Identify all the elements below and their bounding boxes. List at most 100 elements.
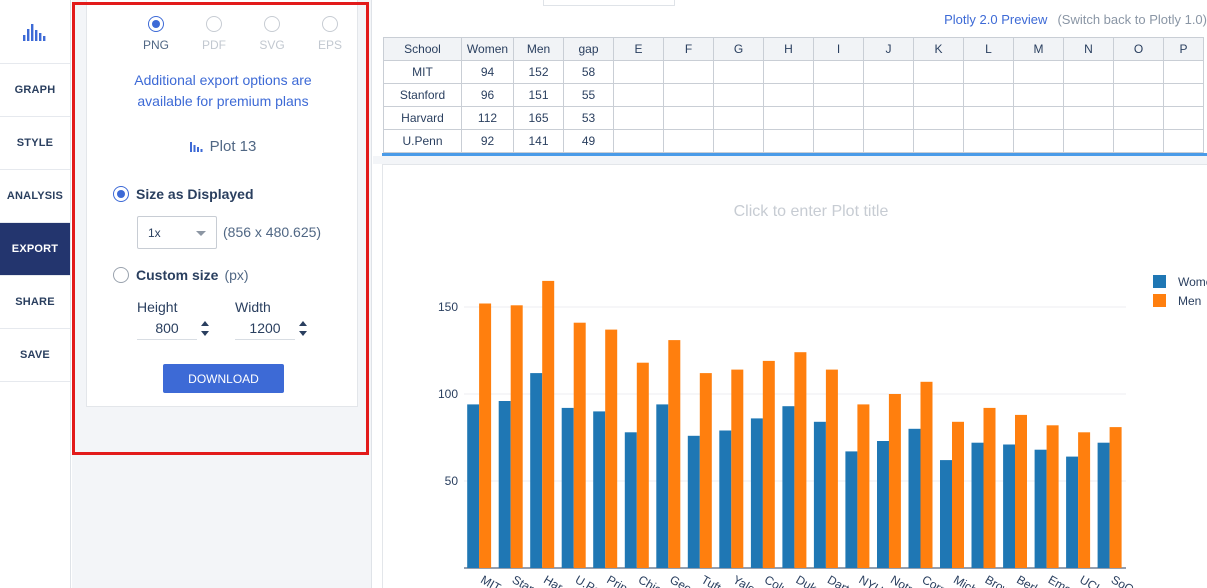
legend-swatch[interactable]: [1153, 275, 1166, 288]
grid-cell[interactable]: MIT: [383, 60, 462, 84]
grid-cell[interactable]: [963, 60, 1014, 84]
grid-cell[interactable]: 141: [513, 129, 564, 153]
grid-cell[interactable]: 49: [563, 129, 614, 153]
grid-cell[interactable]: [1063, 106, 1114, 130]
grid-cell[interactable]: [613, 106, 664, 130]
bar-women[interactable]: [656, 404, 669, 568]
grid-cell[interactable]: [913, 60, 964, 84]
grid-cell[interactable]: 96: [461, 83, 514, 107]
grid-cell[interactable]: 58: [563, 60, 614, 84]
grid-cell[interactable]: [1013, 129, 1064, 153]
bar-women[interactable]: [498, 401, 511, 568]
grid-column-header[interactable]: E: [613, 37, 664, 61]
bar-men[interactable]: [510, 305, 523, 568]
grid-cell[interactable]: Stanford: [383, 83, 462, 107]
bar-women[interactable]: [971, 442, 984, 568]
grid-cell[interactable]: 92: [461, 129, 514, 153]
grid-cell[interactable]: [713, 106, 764, 130]
bar-men[interactable]: [1046, 425, 1059, 568]
grid-cell[interactable]: [813, 83, 864, 107]
grid-cell[interactable]: [1013, 60, 1064, 84]
height-input[interactable]: 800: [137, 320, 197, 340]
bar-men[interactable]: [1078, 432, 1091, 568]
grid-column-header[interactable]: L: [963, 37, 1014, 61]
bar-men[interactable]: [1109, 427, 1122, 568]
grid-column-header[interactable]: gap: [563, 37, 614, 61]
grid-cell[interactable]: [1163, 129, 1204, 153]
grid-column-header[interactable]: Men: [513, 37, 564, 61]
grid-cell[interactable]: [713, 129, 764, 153]
bar-women[interactable]: [687, 435, 700, 568]
bar-women[interactable]: [877, 441, 889, 568]
bar-women[interactable]: [719, 430, 732, 569]
grid-column-header[interactable]: O: [1113, 37, 1164, 61]
format-eps[interactable]: EPS: [301, 16, 359, 52]
grid-column-header[interactable]: I: [813, 37, 864, 61]
bar-women[interactable]: [750, 418, 763, 568]
bar-men[interactable]: [952, 421, 964, 568]
custom-size-radio[interactable]: [113, 267, 129, 283]
grid-cell[interactable]: [663, 60, 714, 84]
grid-cell[interactable]: [863, 83, 914, 107]
grid-cell[interactable]: [613, 83, 664, 107]
grid-cell[interactable]: [663, 106, 714, 130]
format-pdf[interactable]: PDF: [185, 16, 243, 52]
grid-cell[interactable]: 151: [513, 83, 564, 107]
bar-men[interactable]: [762, 360, 775, 568]
grid-cell[interactable]: [763, 60, 814, 84]
scale-select[interactable]: 1x: [137, 216, 217, 249]
grid-cell[interactable]: 94: [461, 60, 514, 84]
grid-cell[interactable]: [1163, 106, 1204, 130]
grid-cell[interactable]: 55: [563, 83, 614, 107]
bar-women[interactable]: [624, 432, 637, 568]
format-svg-radio[interactable]: [264, 16, 280, 32]
grid-cell[interactable]: [713, 83, 764, 107]
grid-cell[interactable]: 53: [563, 106, 614, 130]
height-stepper-icon[interactable]: [201, 321, 209, 337]
grid-cell[interactable]: [613, 60, 664, 84]
grid-cell[interactable]: [913, 129, 964, 153]
plot-title[interactable]: Click to enter Plot title: [734, 203, 889, 220]
grid-column-header[interactable]: K: [913, 37, 964, 61]
format-png-radio[interactable]: [148, 16, 164, 32]
bar-women[interactable]: [561, 407, 574, 568]
width-stepper-icon[interactable]: [299, 321, 307, 337]
bar-women[interactable]: [467, 404, 480, 568]
size-as-displayed-radio[interactable]: [113, 186, 129, 202]
bar-men[interactable]: [699, 373, 712, 568]
bar-women[interactable]: [782, 406, 795, 568]
width-input[interactable]: 1200: [235, 320, 295, 340]
grid-column-header[interactable]: P: [1163, 37, 1204, 61]
bar-women[interactable]: [813, 421, 826, 568]
bar-women[interactable]: [1034, 449, 1047, 568]
bar-women[interactable]: [845, 451, 858, 568]
grid-cell[interactable]: [763, 129, 814, 153]
grid-cell[interactable]: [1113, 60, 1164, 84]
bar-men[interactable]: [573, 322, 586, 568]
grid-cell[interactable]: [963, 106, 1014, 130]
nav-export[interactable]: EXPORT: [0, 223, 70, 276]
format-svg[interactable]: SVG: [243, 16, 301, 52]
custom-size-option[interactable]: Custom size (px): [113, 267, 249, 283]
grid-cell[interactable]: [663, 83, 714, 107]
grid-cell[interactable]: [813, 129, 864, 153]
legend-label[interactable]: Men: [1178, 294, 1201, 308]
bar-men[interactable]: [888, 394, 901, 568]
grid-cell[interactable]: [863, 129, 914, 153]
download-button[interactable]: DOWNLOAD: [163, 364, 284, 393]
grid-cell[interactable]: [1163, 60, 1204, 84]
grid-cell[interactable]: [863, 60, 914, 84]
grid-cell[interactable]: 112: [461, 106, 514, 130]
grid-column-header[interactable]: F: [663, 37, 714, 61]
format-eps-radio[interactable]: [322, 16, 338, 32]
bar-men[interactable]: [983, 407, 996, 568]
grid-cell[interactable]: [763, 83, 814, 107]
bar-women[interactable]: [1003, 444, 1016, 569]
grid-cell[interactable]: [1063, 83, 1114, 107]
tab-active[interactable]: [543, 0, 675, 6]
plotly-logo-icon[interactable]: [0, 0, 70, 64]
bar-women[interactable]: [530, 373, 543, 568]
grid-cell[interactable]: [1113, 106, 1164, 130]
grid-cell[interactable]: [913, 83, 964, 107]
grid-column-header[interactable]: M: [1013, 37, 1064, 61]
